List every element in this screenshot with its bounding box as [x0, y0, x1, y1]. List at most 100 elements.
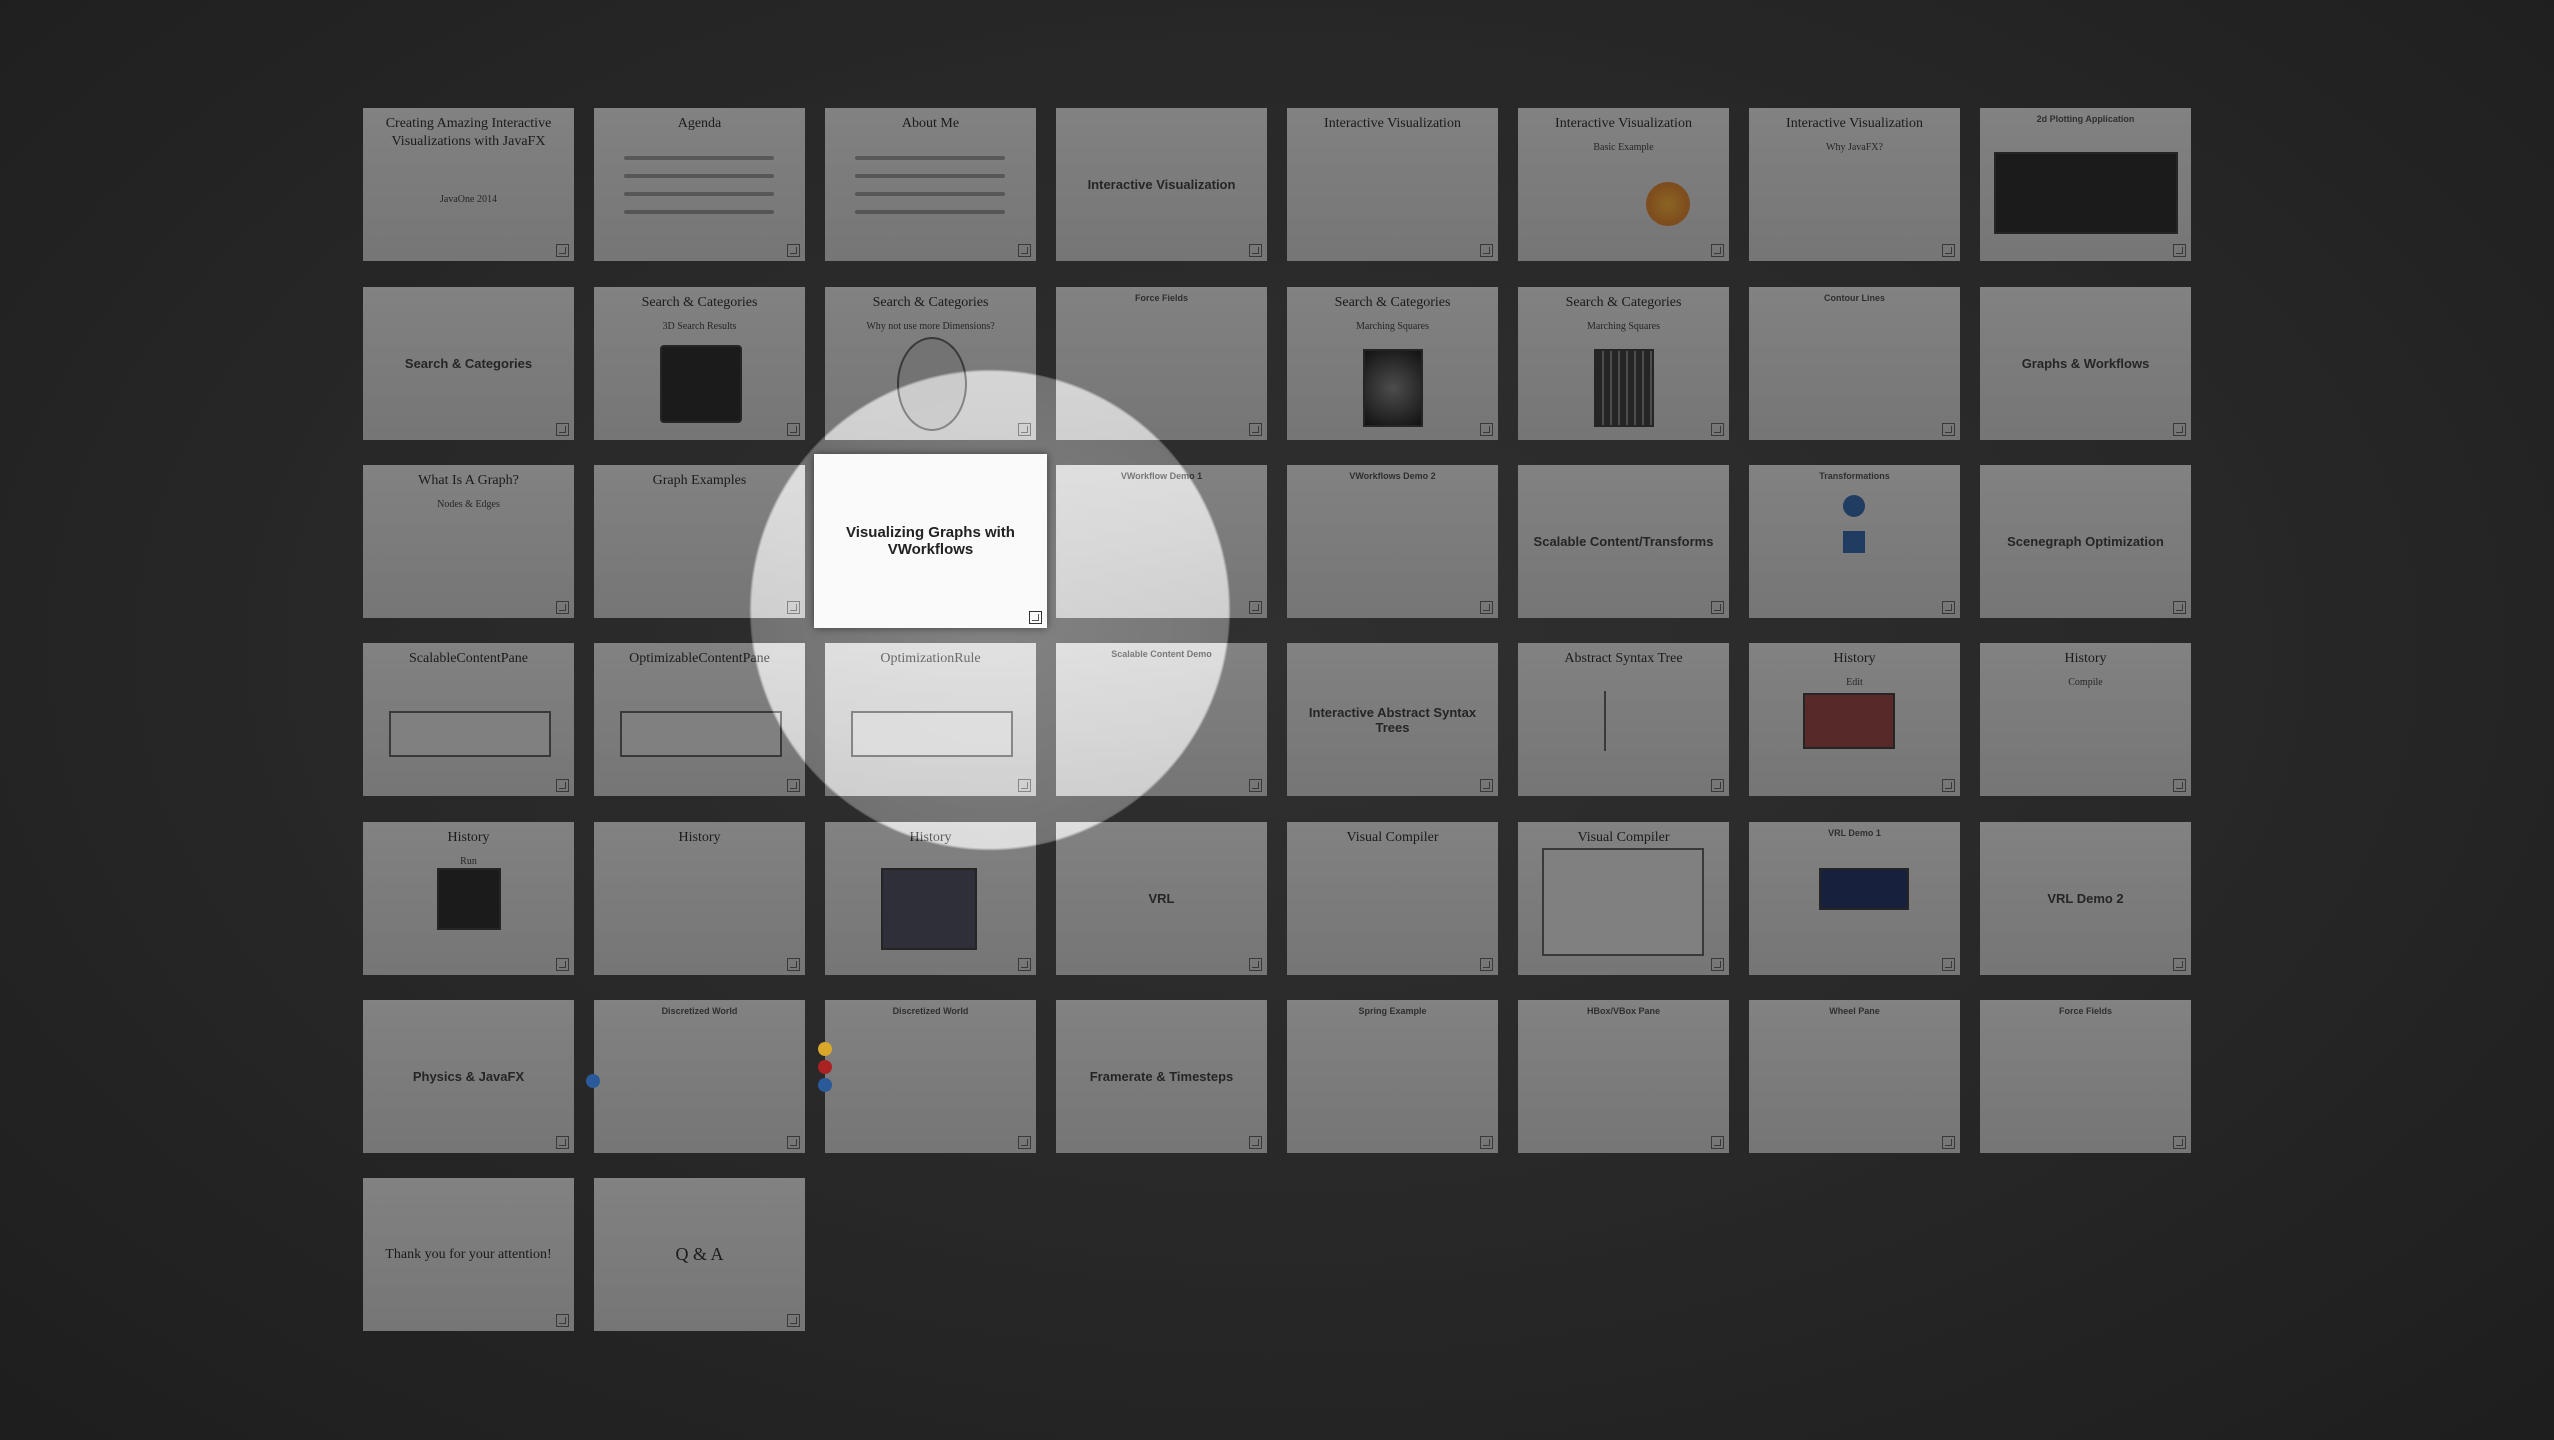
- slide-thumbnail[interactable]: What Is A Graph? Nodes & Edges: [363, 465, 574, 618]
- slide-logo-icon: [787, 958, 800, 971]
- slide-logo-icon: [2173, 958, 2186, 971]
- slide-thumbnail[interactable]: Search & Categories Marching Squares: [1287, 287, 1498, 440]
- square-icon: [1843, 531, 1865, 553]
- slide-title: VWorkflow Demo 1: [1120, 471, 1203, 481]
- slide-thumbnail[interactable]: Wheel Pane: [1749, 1000, 1960, 1153]
- slide-thumbnail[interactable]: Scalable Content Demo: [1056, 643, 1267, 796]
- slide-thumbnail[interactable]: History: [825, 822, 1036, 975]
- slide-thumbnail[interactable]: Interactive Abstract Syntax Trees: [1287, 643, 1498, 796]
- slide-thumbnail[interactable]: Interactive Visualization Why JavaFX?: [1749, 108, 1960, 261]
- slide-logo-icon: [1480, 1136, 1493, 1149]
- slide-logo-icon: [1711, 779, 1724, 792]
- slide-thumbnail[interactable]: Force Fields: [1056, 287, 1267, 440]
- slide-thumbnail[interactable]: Search & Categories 3D Search Results: [594, 287, 805, 440]
- slide-thumbnail[interactable]: Transformations: [1749, 465, 1960, 618]
- slide-thumbnail[interactable]: Interactive Visualization: [1287, 108, 1498, 261]
- slide-title: History: [2064, 651, 2107, 666]
- slide-subtitle: Marching Squares: [1355, 321, 1430, 332]
- slide-thumbnail[interactable]: Scalable Content/Transforms: [1518, 465, 1729, 618]
- slide-logo-icon: [1711, 1136, 1724, 1149]
- slide-thumbnail[interactable]: VRL Demo 2: [1980, 822, 2191, 975]
- slide-logo-icon: [1480, 423, 1493, 436]
- slide-thumbnail[interactable]: VWorkflow Demo 1: [1056, 465, 1267, 618]
- slide-thumbnail[interactable]: HBox/VBox Pane: [1518, 1000, 1729, 1153]
- slide-thumbnail[interactable]: Search & Categories Marching Squares: [1518, 287, 1729, 440]
- slide-thumbnail[interactable]: Contour Lines: [1749, 287, 1960, 440]
- code-panel-image: [389, 711, 551, 757]
- slide-thumbnail[interactable]: History Run: [363, 822, 574, 975]
- slide-thumbnail[interactable]: Framerate & Timesteps: [1056, 1000, 1267, 1153]
- slide-overview-grid: Creating Amazing Interactive Visualizati…: [0, 0, 2554, 1440]
- slide-logo-icon: [1018, 1136, 1031, 1149]
- slide-logo-icon: [556, 601, 569, 614]
- slide-thumbnail[interactable]: Scenegraph Optimization: [1980, 465, 2191, 618]
- slide-subtitle: JavaOne 2014: [440, 194, 497, 205]
- gradient-image: [1363, 349, 1423, 427]
- slide-thumbnail[interactable]: VRL: [1056, 822, 1267, 975]
- slide-title: Search & Categories: [641, 295, 758, 310]
- editor-image: [1803, 693, 1895, 749]
- slide-thumbnail[interactable]: Interactive Visualization Basic Example: [1518, 108, 1729, 261]
- slide-thumbnail[interactable]: VRL Demo 1: [1749, 822, 1960, 975]
- slide-thumbnail[interactable]: 2d Plotting Application: [1980, 108, 2191, 261]
- slide-logo-icon: [2173, 779, 2186, 792]
- slide-thumbnail[interactable]: Graph Examples: [594, 465, 805, 618]
- slide-title: Interactive Visualization: [1786, 116, 1923, 131]
- slide-thumbnail[interactable]: Discretized World: [825, 1000, 1036, 1153]
- slide-title: History: [909, 830, 952, 845]
- slide-thumbnail[interactable]: History: [594, 822, 805, 975]
- slide-title: 2d Plotting Application: [2036, 114, 2135, 124]
- slide-thumbnail[interactable]: Q & A: [594, 1178, 805, 1331]
- slide-logo-icon: [1018, 958, 1031, 971]
- slide-thumbnail[interactable]: Visual CompilerLanguage Model: [1518, 822, 1729, 975]
- slide-thumbnail[interactable]: Creating Amazing Interactive Visualizati…: [363, 108, 574, 261]
- slide-thumbnail[interactable]: OptimizableContentPane: [594, 643, 805, 796]
- slide-thumbnail[interactable]: ScalableContentPane: [363, 643, 574, 796]
- slide-thumbnail[interactable]: Thank you for your attention!: [363, 1178, 574, 1331]
- slide-thumbnail[interactable]: VWorkflows Demo 2: [1287, 465, 1498, 618]
- slide-subtitle: Edit: [1846, 677, 1863, 688]
- slide-thumbnail[interactable]: About Me: [825, 108, 1036, 261]
- slide-logo-icon: [787, 1136, 800, 1149]
- slide-thumbnail[interactable]: History Compile: [1980, 643, 2191, 796]
- slide-thumbnail[interactable]: Discretized World: [594, 1000, 805, 1153]
- slide-logo-icon: [1480, 779, 1493, 792]
- slide-logo-icon: [556, 958, 569, 971]
- slide-logo-icon: [2173, 244, 2186, 257]
- slide-thumbnail[interactable]: Visualizing Graphs with VWorkflows: [814, 454, 1047, 628]
- slide-thumbnail[interactable]: History Edit: [1749, 643, 1960, 796]
- screenshot-image: [660, 345, 742, 423]
- slide-title: ScalableContentPane: [409, 651, 528, 666]
- slide-title: Visual Compiler: [1346, 830, 1439, 845]
- slide-thumbnail[interactable]: Abstract Syntax Tree: [1518, 643, 1729, 796]
- slide-logo-icon: [787, 244, 800, 257]
- slide-thumbnail[interactable]: Agenda: [594, 108, 805, 261]
- language-model-panel: [1542, 848, 1704, 956]
- slide-title: Discretized World: [661, 1006, 738, 1016]
- slide-thumbnail[interactable]: Interactive Visualization: [1056, 108, 1267, 261]
- screenshot-image: [881, 868, 977, 950]
- slide-thumbnail[interactable]: OptimizationRule: [825, 643, 1036, 796]
- slide-thumbnail[interactable]: Graphs & Workflows: [1980, 287, 2191, 440]
- slide-logo-icon: [1029, 611, 1042, 624]
- slide-title: VWorkflows Demo 2: [1349, 471, 1436, 481]
- slide-title: Abstract Syntax Tree: [1564, 651, 1683, 666]
- slide-thumbnail[interactable]: Force Fields: [1980, 1000, 2191, 1153]
- slide-title: Agenda: [677, 116, 722, 131]
- slide-thumbnail[interactable]: Visual Compiler: [1287, 822, 1498, 975]
- slide-title: Scalable Content/Transforms: [1533, 534, 1714, 549]
- slide-thumbnail[interactable]: Search & Categories: [363, 287, 574, 440]
- slide-title: Graph Examples: [652, 473, 747, 488]
- slide-thumbnail[interactable]: Spring Example: [1287, 1000, 1498, 1153]
- slide-subtitle: Nodes & Edges: [437, 499, 500, 510]
- slide-title: Visual Compiler: [1577, 830, 1670, 845]
- slide-subtitle: Basic Example: [1593, 142, 1654, 153]
- slide-thumbnail[interactable]: Search & Categories Why not use more Dime…: [825, 287, 1036, 440]
- slide-title: Search & Categories: [1565, 295, 1682, 310]
- slide-title: Q & A: [675, 1244, 724, 1264]
- slide-logo-icon: [1480, 958, 1493, 971]
- circle-icon: [1843, 495, 1865, 517]
- slide-logo-icon: [2173, 601, 2186, 614]
- slide-title: Force Fields: [1134, 293, 1188, 303]
- slide-thumbnail[interactable]: Physics & JavaFX: [363, 1000, 574, 1153]
